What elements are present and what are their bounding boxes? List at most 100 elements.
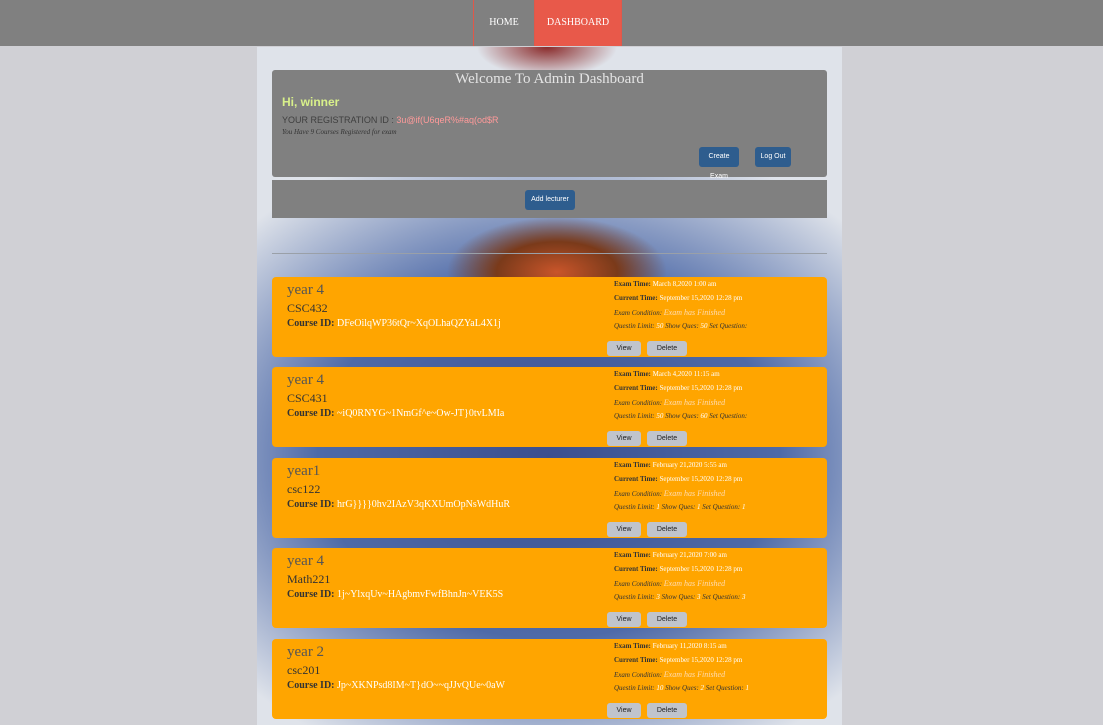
- course-card: year 4 CSC432 Course ID: DFeOilqWP36tQr~…: [272, 277, 827, 357]
- exam-condition: Exam Condition: Exam has Finished: [614, 670, 725, 679]
- create-exam-button[interactable]: Create Exam: [699, 147, 739, 180]
- limit-value: 10: [656, 684, 664, 692]
- course-id-label: Course ID:: [287, 589, 335, 600]
- exam-time-label: Exam Time:: [614, 280, 651, 288]
- course-id-value: Jp~XKNPsd8IM~T}dO~~qJJvQUe~0aW: [337, 680, 505, 691]
- add-lecturer-button[interactable]: Add lecturer: [525, 190, 575, 210]
- delete-button[interactable]: Delete: [647, 522, 687, 537]
- show-value: 50: [700, 322, 708, 330]
- course-card: year 4 Math221 Course ID: 1j~YlxqUv~HAgb…: [272, 548, 827, 628]
- exam-condition-value: Exam has Finished: [663, 398, 726, 407]
- current-time-value: September 15,2020 12:28 pm: [659, 294, 743, 302]
- show-label: Show Ques:: [661, 593, 696, 601]
- course-year: year1: [287, 463, 321, 479]
- question-limits: Questin Limit: 3 Show Ques: 3 Set Questi…: [614, 593, 745, 601]
- exam-time-label: Exam Time:: [614, 551, 651, 559]
- set-value: 3: [741, 593, 746, 601]
- limit-value: 1: [656, 503, 660, 511]
- courses-registered-note: You Have 9 Courses Registered for exam: [282, 128, 397, 136]
- delete-button[interactable]: Delete: [647, 703, 687, 718]
- course-id-label: Course ID:: [287, 499, 335, 510]
- course-id: Course ID: DFeOilqWP36tQr~XqOLhaQZYaL4X1…: [287, 318, 501, 329]
- exam-condition: Exam Condition: Exam has Finished: [614, 489, 725, 498]
- exam-time-value: March 8,2020 1:00 am: [652, 280, 717, 288]
- course-card: year1 csc122 Course ID: hrG}}}}0hv2IAzV3…: [272, 458, 827, 538]
- limit-label: Questin Limit:: [614, 684, 655, 692]
- course-card: year 4 CSC431 Course ID: ~iQ0RNYG~1NmGf^…: [272, 367, 827, 447]
- limit-label: Questin Limit:: [614, 322, 655, 330]
- current-time: Current Time: September 15,2020 12:28 pm: [614, 294, 742, 302]
- course-id-value: ~iQ0RNYG~1NmGf^e~Ow-JT}0tvLMIa: [337, 408, 505, 419]
- exam-condition-value: Exam has Finished: [663, 308, 726, 317]
- question-limits: Questin Limit: 10 Show Ques: 2 Set Quest…: [614, 684, 749, 692]
- page-title: Welcome To Admin Dashboard: [455, 71, 644, 87]
- limit-value: 50: [656, 322, 664, 330]
- exam-time-value: February 11,2020 8:15 am: [652, 642, 727, 650]
- registration-id: YOUR REGISTRATION ID : 3u@if(U6qeR%#aq(o…: [282, 115, 499, 125]
- nav-dashboard[interactable]: DASHBOARD: [534, 0, 622, 46]
- current-time-label: Current Time:: [614, 384, 658, 392]
- set-value: 1: [745, 684, 749, 692]
- course-id-label: Course ID:: [287, 408, 335, 419]
- exam-time: Exam Time: March 4,2020 11:15 am: [614, 370, 720, 378]
- current-time: Current Time: September 15,2020 12:28 pm: [614, 475, 742, 483]
- set-label: Set Question:: [709, 322, 748, 330]
- set-label: Set Question:: [702, 593, 741, 601]
- exam-condition: Exam Condition: Exam has Finished: [614, 398, 725, 407]
- view-button[interactable]: View: [607, 341, 641, 356]
- limit-value: 3: [656, 593, 660, 601]
- exam-time-value: February 21,2020 5:55 am: [652, 461, 727, 469]
- delete-button[interactable]: Delete: [647, 341, 687, 356]
- welcome-panel: Welcome To Admin Dashboard Hi, winner YO…: [272, 70, 827, 180]
- exam-condition-label: Exam Condition:: [614, 490, 663, 498]
- user-greeting: Hi, winner: [282, 95, 340, 109]
- current-time: Current Time: September 15,2020 12:28 pm: [614, 384, 742, 392]
- limit-value: 50: [656, 412, 664, 420]
- view-button[interactable]: View: [607, 431, 641, 446]
- course-id-value: hrG}}}}0hv2IAzV3qKXUmOpNsWdHuR: [337, 499, 511, 510]
- exam-time: Exam Time: February 21,2020 5:55 am: [614, 461, 727, 469]
- exam-condition-value: Exam has Finished: [663, 489, 726, 498]
- registration-label: YOUR REGISTRATION ID :: [282, 115, 397, 125]
- question-limits: Questin Limit: 1 Show Ques: 1 Set Questi…: [614, 503, 745, 511]
- set-label: Set Question:: [705, 684, 744, 692]
- exam-condition-label: Exam Condition:: [614, 309, 663, 317]
- course-code: CSC431: [287, 391, 328, 405]
- nav-home[interactable]: HOME: [473, 0, 534, 46]
- current-time-label: Current Time:: [614, 565, 658, 573]
- show-label: Show Ques:: [665, 322, 699, 330]
- divider: [272, 253, 827, 254]
- limit-label: Questin Limit:: [614, 503, 655, 511]
- current-time-label: Current Time:: [614, 656, 658, 664]
- logout-button[interactable]: Log Out: [755, 147, 791, 167]
- exam-time-value: February 21,2020 7:00 am: [652, 551, 727, 559]
- course-year: year 4: [287, 282, 325, 298]
- course-id-label: Course ID:: [287, 318, 335, 329]
- course-card: year 2 csc201 Course ID: Jp~XKNPsd8IM~T}…: [272, 639, 827, 719]
- view-button[interactable]: View: [607, 522, 641, 537]
- course-year: year 4: [287, 553, 325, 569]
- exam-condition-label: Exam Condition:: [614, 399, 663, 407]
- course-code: Math221: [287, 572, 331, 586]
- course-id: Course ID: 1j~YlxqUv~HAgbmvFwfBhnJn~VEK5…: [287, 589, 503, 600]
- set-value: 1: [741, 503, 746, 511]
- course-code: csc122: [287, 482, 321, 496]
- show-label: Show Ques:: [665, 412, 699, 420]
- view-button[interactable]: View: [607, 703, 641, 718]
- delete-button[interactable]: Delete: [647, 431, 687, 446]
- current-time-value: September 15,2020 12:28 pm: [659, 475, 743, 483]
- current-time-value: September 15,2020 12:28 pm: [659, 384, 743, 392]
- exam-time: Exam Time: February 21,2020 7:00 am: [614, 551, 727, 559]
- exam-condition-label: Exam Condition:: [614, 671, 663, 679]
- view-button[interactable]: View: [607, 612, 641, 627]
- course-id-value: 1j~YlxqUv~HAgbmvFwfBhnJn~VEK5S: [337, 589, 504, 600]
- exam-condition-value: Exam has Finished: [663, 670, 726, 679]
- current-time-value: September 15,2020 12:28 pm: [659, 656, 743, 664]
- course-id: Course ID: hrG}}}}0hv2IAzV3qKXUmOpNsWdHu…: [287, 499, 510, 510]
- delete-button[interactable]: Delete: [647, 612, 687, 627]
- exam-time-label: Exam Time:: [614, 461, 651, 469]
- show-value: 2: [700, 684, 705, 692]
- exam-condition: Exam Condition: Exam has Finished: [614, 308, 725, 317]
- course-id: Course ID: Jp~XKNPsd8IM~T}dO~~qJJvQUe~0a…: [287, 680, 505, 691]
- course-id: Course ID: ~iQ0RNYG~1NmGf^e~Ow-JT}0tvLMI…: [287, 408, 504, 419]
